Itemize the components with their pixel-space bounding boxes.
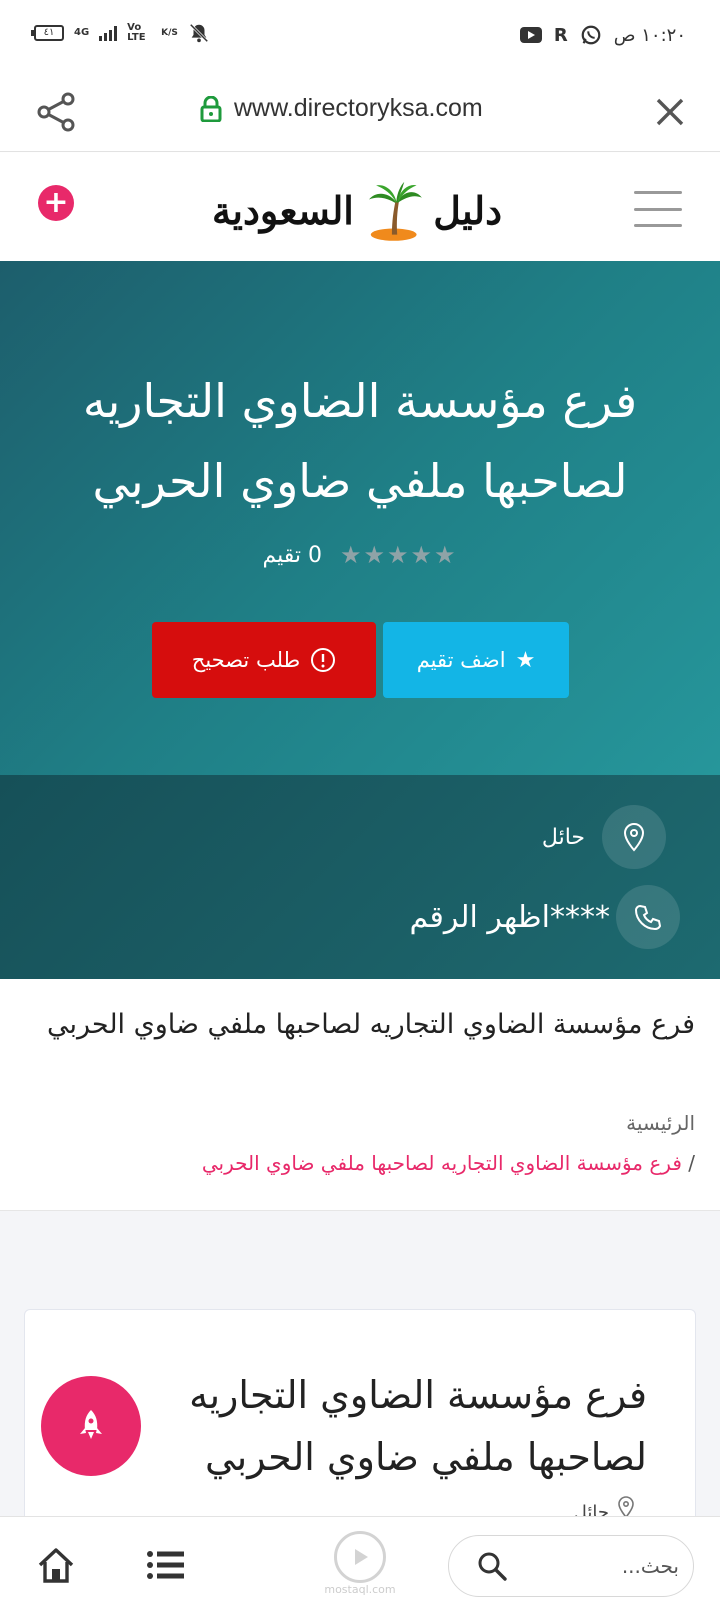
star-icon: ★ [515,647,536,673]
status-left-group: ٤١ 4G Vo LTE K/S [31,22,210,44]
rocket-icon [41,1376,141,1476]
network-label: 4G [74,27,90,38]
watermark-text: mostaql.com [324,1583,396,1596]
url-text: www.directoryksa.com [234,94,483,122]
browser-url-bar: www.directoryksa.com [0,72,720,152]
star-rating[interactable]: ★★★★★ [340,541,458,569]
site-header: + دليل السعودية [0,153,720,261]
breadcrumb-separator: / [688,1151,695,1175]
watermark-logo: mostaql.com [300,1531,420,1601]
speed-label: K/S [161,28,178,38]
contact-info: حائل ****اظهر الرقم [0,775,720,979]
search-icon[interactable] [475,1549,509,1583]
hamburger-icon[interactable] [634,191,682,227]
logo-text-left: السعودية [212,187,354,233]
listing-title[interactable]: فرع مؤسسة الضاوي التجاريه لصاحبها ملفي ض… [127,1364,647,1488]
status-bar: ٤١ 4G Vo LTE K/S R ١٠:٢٠ ص [0,0,720,72]
map-pin-icon [602,805,666,869]
search-input[interactable] [509,1554,679,1578]
search-box[interactable] [448,1535,694,1597]
status-right-group: R ١٠:٢٠ ص [519,24,686,46]
breadcrumb-home-link[interactable]: الرئيسية [626,1111,695,1135]
add-review-label: اضف تقيم [416,648,506,672]
breadcrumb-section: فرع مؤسسة الضاوي التجاريه لصاحبها ملفي ض… [0,979,720,1211]
clock: ١٠:٢٠ ص [613,24,686,46]
listing-area: فرع مؤسسة الضاوي التجاريه لصاحبها ملفي ض… [0,1211,720,1549]
request-correction-label: طلب تصحيح [191,648,301,672]
breadcrumb-title: فرع مؤسسة الضاوي التجاريه لصاحبها ملفي ض… [46,1009,695,1040]
map-pin-icon [618,1496,634,1518]
lock-icon [200,95,222,122]
youtube-icon [519,27,542,43]
close-icon[interactable] [650,92,690,132]
whatsapp-icon [581,25,601,45]
list-icon[interactable] [146,1549,186,1581]
palm-tree-icon [368,181,422,241]
home-icon[interactable] [36,1545,76,1585]
add-review-button[interactable]: ★ اضف تقيم [383,622,569,698]
signal-icon [99,25,118,41]
rating-count: 0 تقيم [262,542,322,568]
alert-circle-icon [311,648,336,672]
battery-icon: ٤١ [31,25,64,41]
site-logo[interactable]: دليل السعودية [212,175,502,245]
request-correction-button[interactable]: طلب تصحيح [152,622,376,698]
share-icon[interactable] [34,90,78,134]
page-title: فرع مؤسسة الضاوي التجاريه لصاحبها ملفي ض… [82,374,638,508]
logo-text-right: دليل [433,187,502,233]
rating-row: ★★★★★ 0 تقيم [0,541,720,569]
mute-bell-icon [189,23,209,43]
breadcrumb-current: / فرع مؤسسة الضاوي التجاريه لصاحبها ملفي… [202,1151,695,1175]
plus-circle-icon[interactable]: + [38,185,74,221]
url-display[interactable]: www.directoryksa.com [200,94,483,123]
show-phone-link[interactable]: ****اظهر الرقم [410,900,610,935]
volte-label: Vo LTE [127,22,146,43]
phone-icon[interactable] [616,885,680,949]
hero-banner: فرع مؤسسة الضاوي التجاريه لصاحبها ملفي ض… [0,261,720,775]
listing-card[interactable]: فرع مؤسسة الضاوي التجاريه لصاحبها ملفي ض… [24,1309,696,1549]
city-label: حائل [541,825,585,850]
r-app-icon: R [553,24,568,46]
breadcrumb-current-label[interactable]: فرع مؤسسة الضاوي التجاريه لصاحبها ملفي ض… [202,1151,682,1175]
play-icon [334,1531,386,1583]
bottom-navigation: mostaql.com [0,1516,720,1612]
